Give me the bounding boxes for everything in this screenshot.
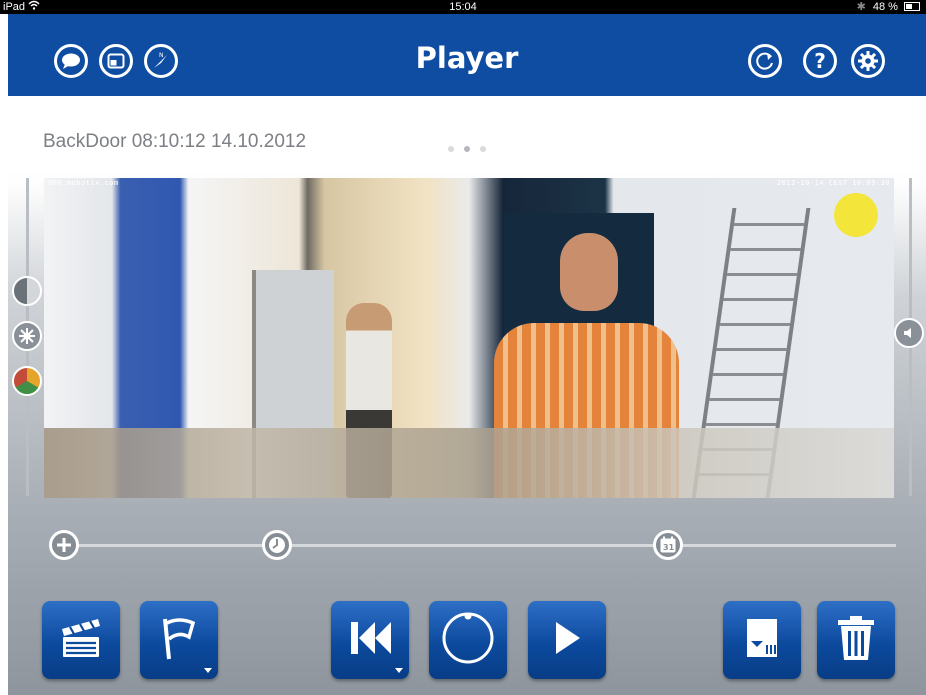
camera-image[interactable]: 000.mobotix.com 2012-10-14 CEST 10:09:30	[44, 178, 894, 498]
sun-spot	[834, 193, 878, 237]
page-title: Player	[415, 41, 519, 75]
status-bar: iPad 15:04 ✱ 48 %	[0, 0, 926, 14]
flag-icon	[159, 615, 199, 666]
export-icon	[739, 615, 785, 666]
page-indicator[interactable]	[448, 139, 496, 157]
skip-back-icon	[347, 618, 393, 663]
camera-caption: BackDoor 08:10:12 14.10.2012	[43, 131, 307, 152]
export-button[interactable]	[723, 601, 801, 679]
zoom-plus-icon[interactable]	[49, 530, 79, 560]
clock: 15:04	[449, 1, 477, 13]
help-icon[interactable]: ?	[803, 44, 837, 78]
battery-percent: 48 %	[872, 1, 898, 13]
app-header: N Player ?	[8, 14, 926, 96]
speaker-icon[interactable]	[894, 318, 924, 348]
brightness-icon[interactable]	[12, 321, 42, 351]
play-button[interactable]	[528, 601, 606, 679]
calendar-day: 31	[663, 543, 675, 552]
color-icon[interactable]	[12, 366, 42, 396]
floor	[44, 428, 894, 498]
player-content: BackDoor 08:10:12 14.10.2012 000.mobotix…	[8, 96, 926, 695]
settings-icon[interactable]	[851, 44, 885, 78]
overlay-text-left: 000.mobotix.com	[48, 179, 119, 187]
dropdown-indicator	[395, 668, 403, 673]
clapperboard-icon	[58, 615, 104, 666]
timeline-track[interactable]	[70, 544, 896, 547]
flag-button[interactable]	[140, 601, 218, 679]
clock-icon[interactable]	[262, 530, 292, 560]
clapperboard-button[interactable]	[42, 601, 120, 679]
contrast-icon[interactable]	[12, 276, 42, 306]
trash-icon	[834, 614, 878, 667]
page-dot-active[interactable]	[464, 146, 470, 152]
live-icon	[440, 610, 496, 671]
skip-back-button[interactable]	[331, 601, 409, 679]
refresh-icon[interactable]	[748, 44, 782, 78]
page-dot[interactable]	[448, 146, 454, 152]
overlay-text-right: 2012-10-14 CEST 10:09:30	[776, 179, 890, 187]
trash-button[interactable]	[817, 601, 895, 679]
dropdown-indicator	[204, 668, 212, 673]
calendar-icon[interactable]: 31	[653, 530, 683, 560]
battery-icon	[904, 2, 920, 11]
live-button[interactable]	[429, 601, 507, 679]
battery-status: ✱ 48 %	[857, 0, 920, 14]
page-dot[interactable]	[480, 146, 486, 152]
play-icon	[552, 620, 582, 661]
bluetooth-icon: ✱	[856, 1, 866, 13]
